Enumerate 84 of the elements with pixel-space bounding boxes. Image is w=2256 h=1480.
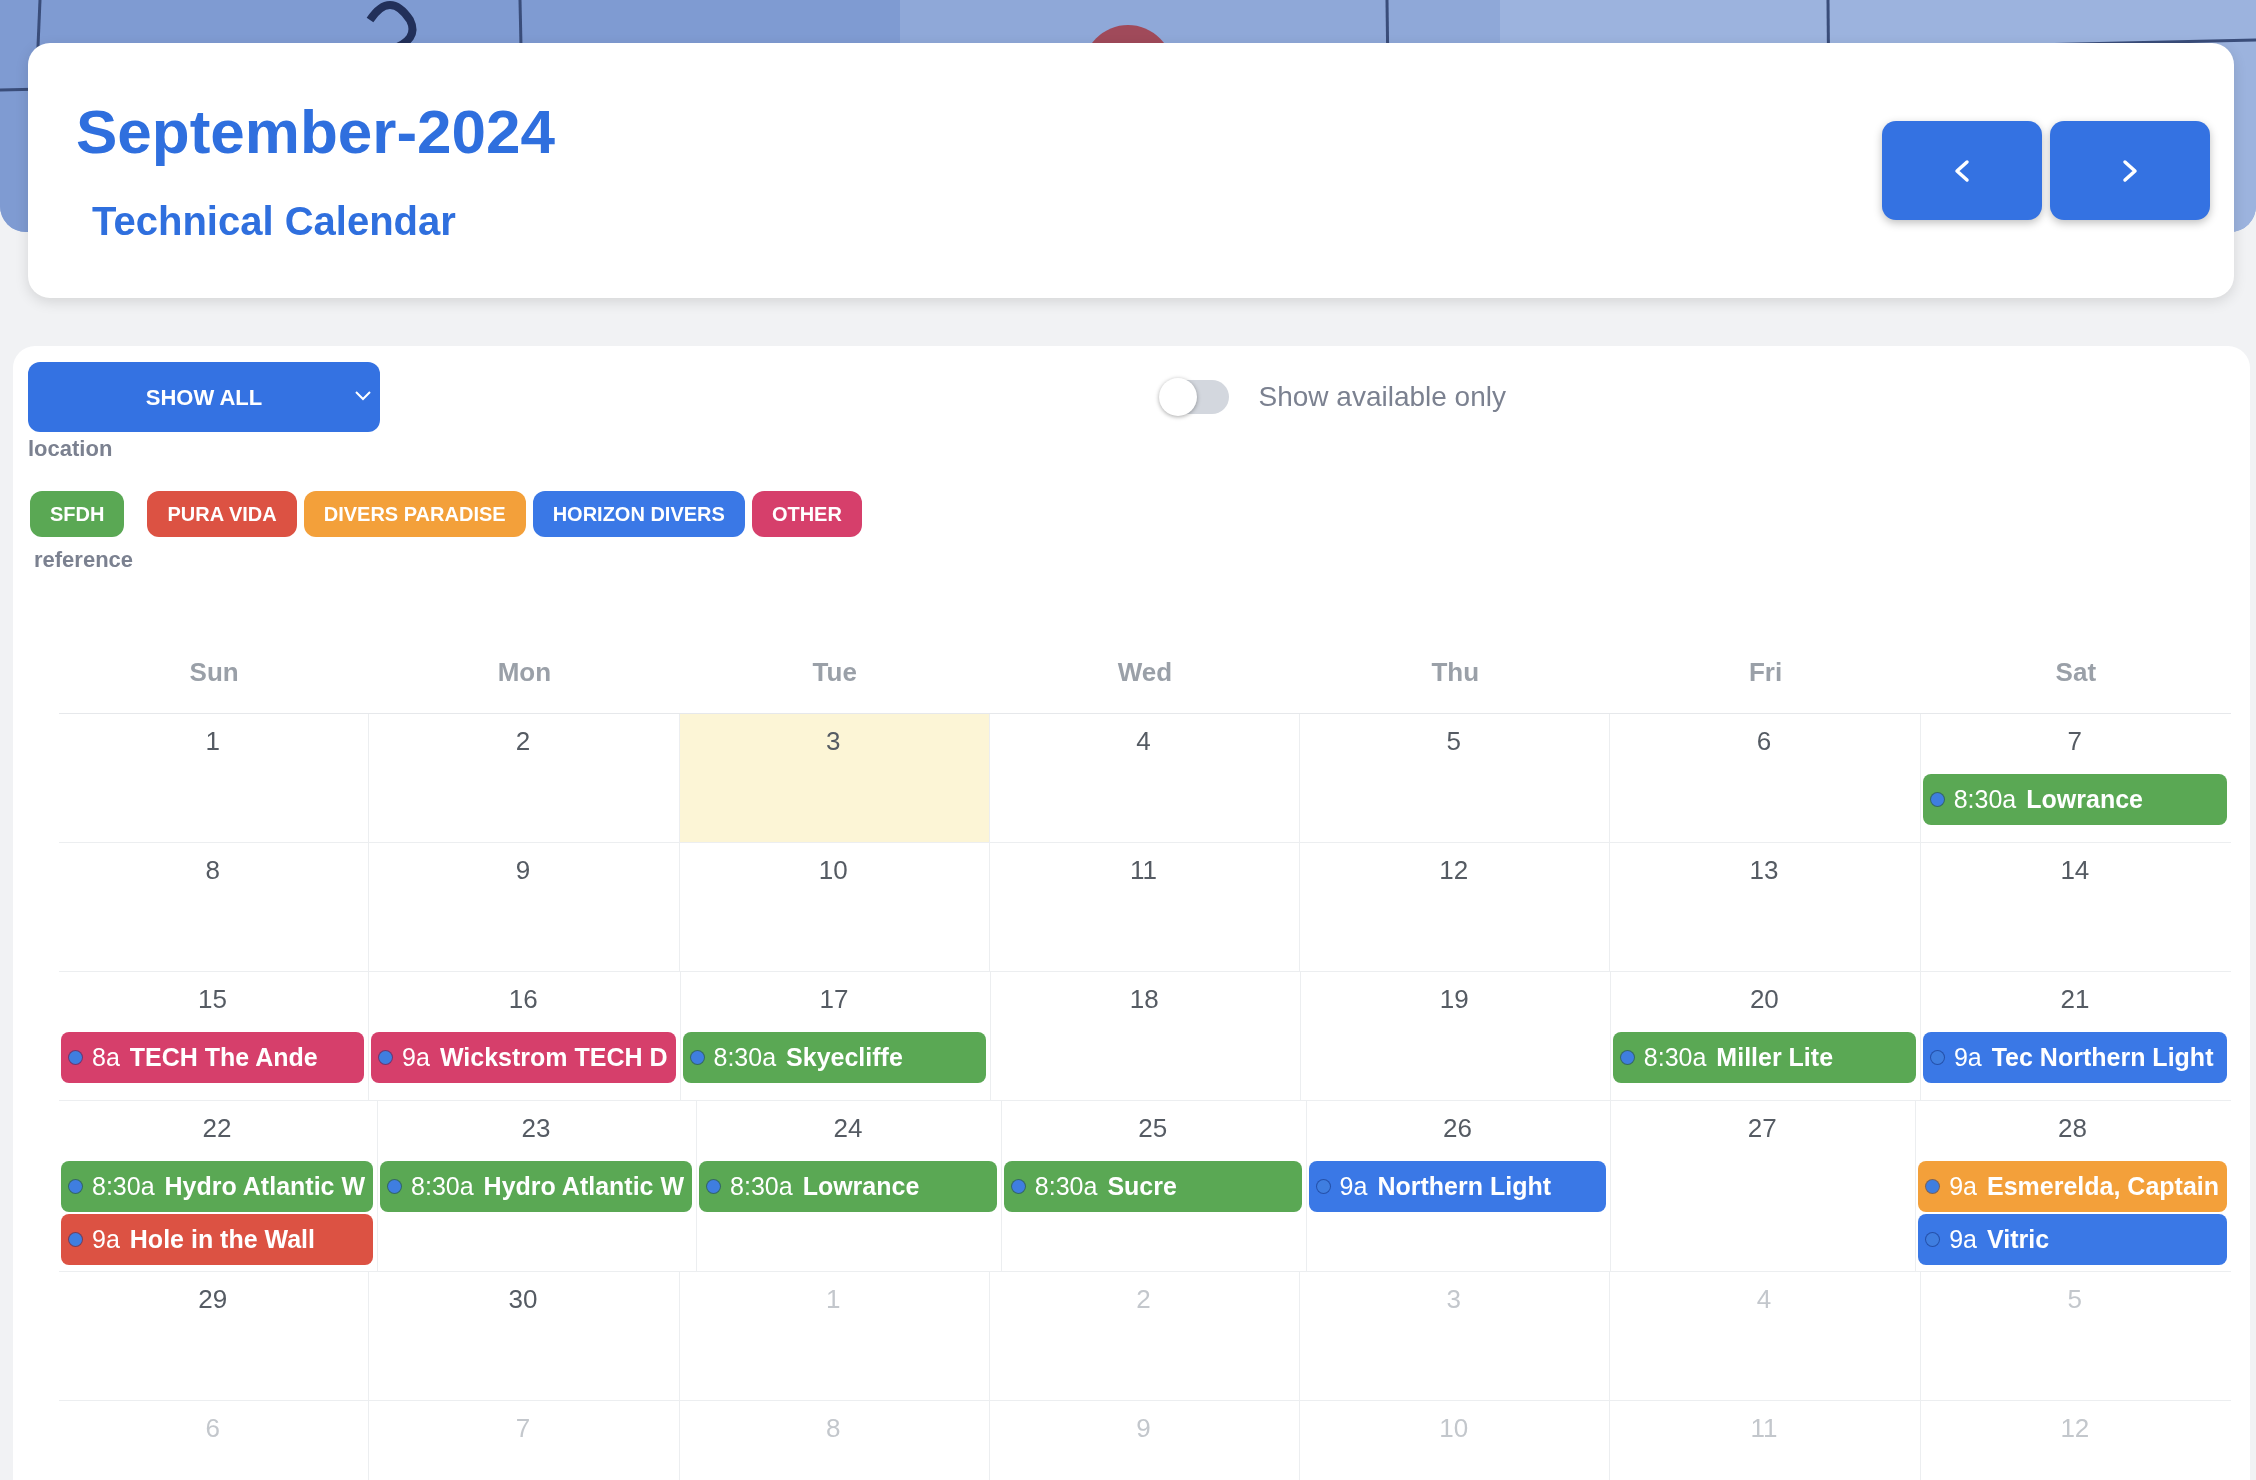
day-number: 11 xyxy=(1750,1413,1778,1443)
event-chip[interactable]: 9a Esmerelda, Captain xyxy=(1918,1161,2227,1212)
dot-icon xyxy=(1316,1180,1330,1193)
calendar-subtitle: Technical Calendar xyxy=(92,200,456,241)
day-number: 12 xyxy=(1439,855,1469,885)
day-number: 10 xyxy=(818,855,848,885)
dot-icon xyxy=(1930,793,1944,806)
dot-icon xyxy=(690,1051,704,1064)
day-number: 2 xyxy=(515,726,531,756)
day-number: 5 xyxy=(1446,726,1461,756)
day-number: 26 xyxy=(1443,1113,1472,1143)
event-chip[interactable]: 9a Northern Light xyxy=(1308,1161,1607,1212)
reference-label: reference xyxy=(34,546,135,574)
day-number: 27 xyxy=(1747,1113,1777,1143)
day-number: 8 xyxy=(205,855,220,885)
day-number: 7 xyxy=(2067,726,2083,756)
dot-icon xyxy=(1926,1233,1940,1246)
day-number: 23 xyxy=(521,1113,551,1143)
day-number: 25 xyxy=(1138,1113,1168,1143)
day-number: 6 xyxy=(205,1413,220,1443)
day-number: 10 xyxy=(1439,1413,1469,1443)
event-chip[interactable]: 8:30a Miller Lite xyxy=(1612,1032,1916,1083)
dot-icon xyxy=(69,1233,82,1246)
day-number: 13 xyxy=(1749,855,1779,885)
dot-icon xyxy=(379,1051,393,1064)
event-chip[interactable]: 9a Wickstrom TECH D xyxy=(371,1032,676,1083)
day-number: 14 xyxy=(2060,855,2090,885)
day-number: 19 xyxy=(1439,984,1469,1014)
day-number: 21 xyxy=(2060,984,2090,1014)
day-number: 20 xyxy=(1749,984,1779,1014)
day-number: 3 xyxy=(825,726,841,756)
day-number: 9 xyxy=(515,855,531,885)
previous-button[interactable] xyxy=(1882,121,2042,220)
day-number: 28 xyxy=(2058,1113,2088,1143)
day-number: 30 xyxy=(508,1284,538,1314)
day-number: 8 xyxy=(825,1413,841,1443)
day-number: 9 xyxy=(1136,1413,1151,1443)
day-number: 12 xyxy=(2060,1413,2090,1443)
event-chip[interactable]: 9a Vitric xyxy=(1918,1214,2227,1265)
day-number: 6 xyxy=(1756,726,1772,756)
event-chip[interactable]: 8:30a Sucre xyxy=(1003,1161,1302,1212)
day-number: 2 xyxy=(1136,1284,1151,1314)
dot-icon xyxy=(707,1180,721,1193)
dot-icon xyxy=(69,1180,82,1193)
dot-icon xyxy=(1620,1051,1634,1064)
toggle-switch[interactable] xyxy=(1160,380,1229,414)
location-dropdown[interactable]: SHOW ALL xyxy=(28,362,380,432)
location-label: location xyxy=(28,435,114,463)
day-number: 22 xyxy=(202,1113,232,1143)
day-number: 4 xyxy=(1136,726,1151,756)
event-chip[interactable]: 8:30a Lowrance xyxy=(1922,774,2227,825)
day-number: 17 xyxy=(819,984,849,1014)
day-number: 5 xyxy=(2067,1284,2083,1314)
legend-tag: SFDH xyxy=(30,491,125,537)
dot-icon xyxy=(69,1051,82,1064)
event-chip[interactable]: 8:30a Lowrance xyxy=(699,1161,997,1212)
day-number: 3 xyxy=(1446,1284,1461,1314)
legend-tag: HORIZON DIVERS xyxy=(532,491,745,537)
day-number: 18 xyxy=(1129,984,1159,1014)
next-button[interactable] xyxy=(2050,121,2210,220)
dot-icon xyxy=(1926,1180,1940,1193)
day-number: 24 xyxy=(833,1113,863,1143)
day-number: 16 xyxy=(508,984,538,1014)
day-number: 1 xyxy=(825,1284,841,1314)
dot-icon xyxy=(1930,1051,1944,1064)
toggle-label: Show available only xyxy=(1258,380,1506,414)
chevron-down-icon xyxy=(354,390,372,402)
dot-icon xyxy=(388,1180,402,1193)
day-number: 7 xyxy=(515,1413,531,1443)
event-chip[interactable]: 8:30a Hydro Atlantic W xyxy=(380,1161,693,1212)
dot-icon xyxy=(1011,1180,1025,1193)
event-chip[interactable]: 8:30a Skyecliffe xyxy=(682,1032,986,1083)
event-chip[interactable]: 9a Tec Northern Light xyxy=(1922,1032,2227,1083)
event-chip[interactable]: 8a TECH The Ande xyxy=(61,1032,365,1083)
event-chip[interactable]: 8:30a Hydro Atlantic W xyxy=(61,1161,374,1212)
day-number: 1 xyxy=(205,726,220,756)
day-number: 15 xyxy=(198,984,227,1014)
legend-tag: DIVERS PARADISE xyxy=(303,491,526,537)
day-number: 29 xyxy=(198,1284,228,1314)
event-chip[interactable]: 9a Hole in the Wall xyxy=(61,1214,374,1265)
day-number: 4 xyxy=(1756,1284,1772,1314)
day-number: 11 xyxy=(1130,855,1157,885)
legend-tag: PURA VIDA xyxy=(147,491,297,537)
legend-tag: OTHER xyxy=(751,491,862,537)
